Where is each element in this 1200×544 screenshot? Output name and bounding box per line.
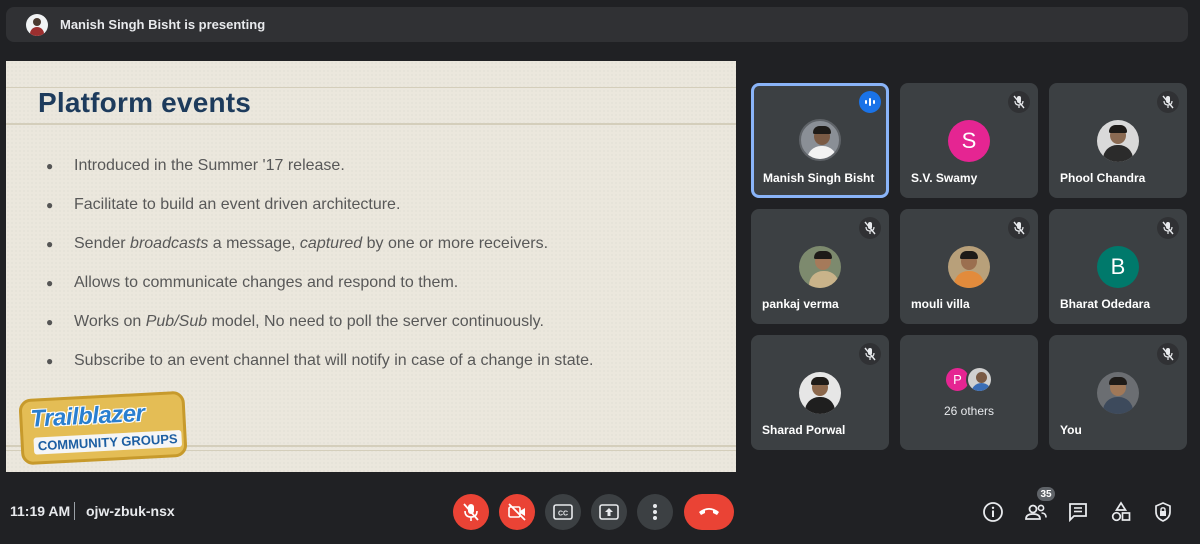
participant-name: mouli villa — [911, 297, 970, 311]
slide-bullet: Allows to communicate changes and respon… — [46, 272, 593, 311]
current-time: 11:19 AM — [10, 503, 71, 519]
others-avatar-stack: P — [944, 366, 1000, 394]
microphone-toggle-button[interactable] — [453, 494, 489, 530]
presenting-banner: Manish Singh Bisht is presenting — [6, 7, 1188, 42]
people-icon — [1025, 504, 1047, 520]
participant-avatar — [799, 246, 841, 288]
participant-avatar — [1097, 120, 1139, 162]
participant-avatar: S — [948, 120, 990, 162]
slide-bullet: Subscribe to an event channel that will … — [46, 350, 593, 389]
mic-off-icon — [1157, 217, 1179, 239]
participant-tile[interactable]: Manish Singh Bisht — [751, 83, 889, 198]
slide-bullet-list: Introduced in the Summer '17 release. Fa… — [46, 155, 593, 389]
chat-button[interactable] — [1066, 500, 1090, 524]
host-controls-button[interactable] — [1151, 500, 1175, 524]
participant-avatar — [948, 246, 990, 288]
activities-button[interactable] — [1109, 500, 1133, 524]
mic-off-icon — [1157, 91, 1179, 113]
presentation-slide: Platform events Introduced in the Summer… — [6, 61, 736, 472]
mic-off-icon — [1008, 91, 1030, 113]
activities-shapes-icon — [1111, 501, 1131, 522]
presenter-avatar — [26, 13, 48, 36]
captions-button[interactable]: CC — [545, 494, 581, 530]
others-tile[interactable]: P 26 others — [900, 335, 1038, 450]
participant-tile[interactable]: Sharad Porwal — [751, 335, 889, 450]
participant-avatar — [799, 372, 841, 414]
participant-avatar — [1097, 372, 1139, 414]
participant-tile[interactable]: Phool Chandra — [1049, 83, 1187, 198]
participant-name: S.V. Swamy — [911, 171, 978, 185]
present-screen-icon — [599, 504, 619, 520]
people-count-badge: 35 — [1037, 487, 1055, 501]
meeting-code: ojw-zbuk-nsx — [86, 503, 175, 519]
leave-call-button[interactable] — [684, 494, 734, 530]
shield-lock-icon — [1155, 502, 1171, 522]
meeting-details-button[interactable] — [981, 500, 1005, 524]
participant-tile[interactable]: B Bharat Odedara — [1049, 209, 1187, 324]
slide-bullet: Facilitate to build an event driven arch… — [46, 194, 593, 233]
slide-bullet: Sender broadcasts a message, captured by… — [46, 233, 593, 272]
mic-off-icon — [859, 217, 881, 239]
slide-bullet: Introduced in the Summer '17 release. — [46, 155, 593, 194]
participant-name: Manish Singh Bisht — [763, 171, 875, 185]
mic-off-icon — [1157, 343, 1179, 365]
info-icon — [983, 502, 1003, 522]
participant-avatar — [966, 366, 993, 393]
self-tile[interactable]: You — [1049, 335, 1187, 450]
participant-name: Sharad Porwal — [762, 423, 846, 437]
more-options-button[interactable] — [637, 494, 673, 530]
others-count-label: 26 others — [943, 404, 995, 418]
present-now-button[interactable] — [591, 494, 627, 530]
participant-tile[interactable]: S S.V. Swamy — [900, 83, 1038, 198]
slide-rule — [6, 123, 736, 125]
speaking-indicator-icon — [859, 91, 881, 113]
mic-off-icon — [859, 343, 881, 365]
svg-text:CC: CC — [558, 511, 568, 518]
participant-avatar — [799, 119, 841, 161]
slide-bullet: Works on Pub/Sub model, No need to poll … — [46, 311, 593, 350]
divider — [74, 502, 75, 520]
mic-off-icon — [463, 503, 479, 521]
participant-tile[interactable]: pankaj verma — [751, 209, 889, 324]
closed-captions-icon: CC — [553, 504, 573, 520]
participant-name: pankaj verma — [762, 297, 839, 311]
slide-title: Platform events — [38, 87, 252, 118]
mic-off-icon — [1008, 217, 1030, 239]
participant-tile[interactable]: mouli villa — [900, 209, 1038, 324]
participant-name: Phool Chandra — [1060, 171, 1146, 185]
presenting-text: Manish Singh Bisht is presenting — [60, 17, 266, 32]
participant-avatar: B — [1097, 246, 1139, 288]
participant-name: Bharat Odedara — [1060, 297, 1151, 311]
chat-icon — [1069, 503, 1087, 523]
trailblazer-logo: Trailblazer COMMUNITY GROUPS — [18, 390, 188, 466]
camera-toggle-button[interactable] — [499, 494, 535, 530]
people-button[interactable] — [1024, 500, 1048, 524]
more-vert-icon — [653, 504, 657, 520]
camera-off-icon — [508, 503, 526, 521]
participant-name: You — [1060, 423, 1082, 437]
hang-up-icon — [699, 508, 719, 515]
